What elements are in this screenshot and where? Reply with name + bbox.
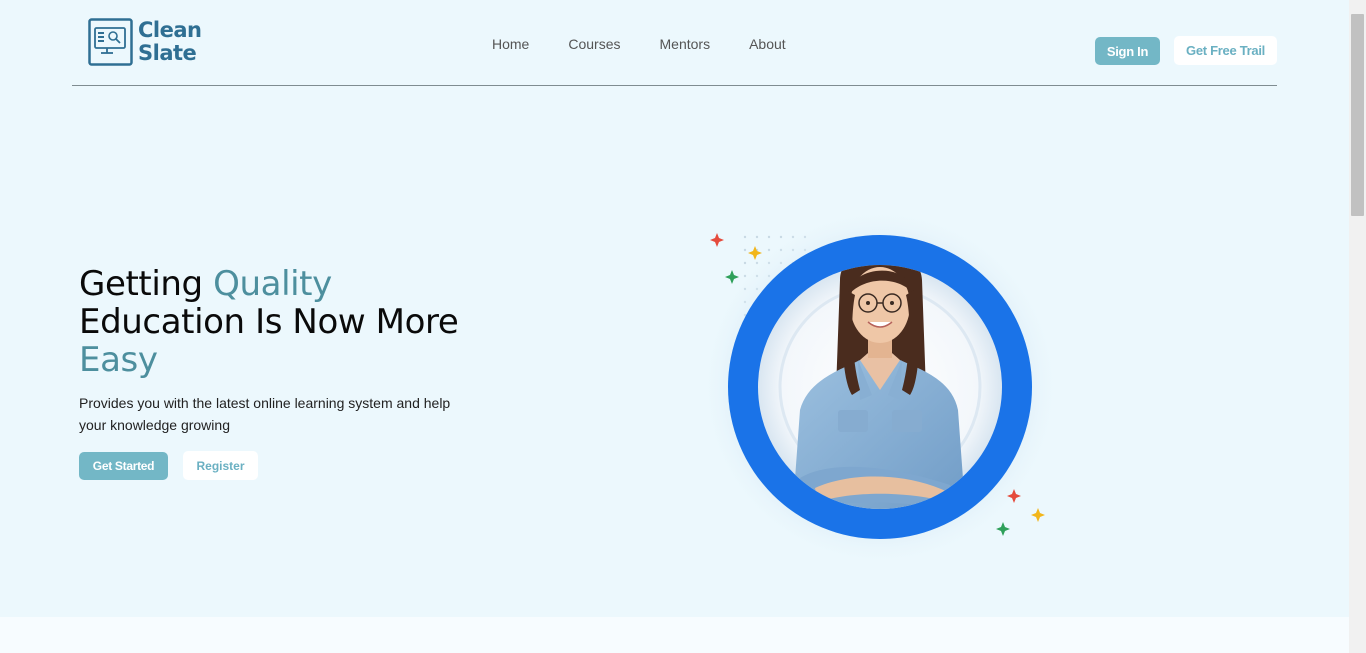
page-scrollbar[interactable] xyxy=(1349,0,1366,653)
hero-illustration xyxy=(700,207,1060,580)
page: Clean Slate Home Courses Mentors About S… xyxy=(0,0,1349,653)
headline-accent-quality: Quality xyxy=(213,264,332,304)
sign-in-button[interactable]: Sign In xyxy=(1095,37,1160,65)
logo[interactable]: Clean Slate xyxy=(88,18,202,66)
nav-mentors[interactable]: Mentors xyxy=(660,36,711,52)
monitor-icon xyxy=(88,18,134,66)
logo-line1: Clean xyxy=(138,18,202,42)
get-started-button[interactable]: Get Started xyxy=(79,452,168,480)
logo-wordmark: Clean Slate xyxy=(138,18,202,65)
header: Clean Slate Home Courses Mentors About S… xyxy=(72,0,1277,86)
hero-headline: Getting Quality Education Is Now More Ea… xyxy=(79,265,509,379)
scrollbar-thumb[interactable] xyxy=(1351,14,1364,216)
logo-line2: Slate xyxy=(138,41,197,65)
next-section xyxy=(0,617,1349,653)
register-button[interactable]: Register xyxy=(183,451,258,480)
headline-part1: Getting xyxy=(79,264,214,304)
nav-home[interactable]: Home xyxy=(492,36,529,52)
headline-part2: Education Is Now More xyxy=(79,302,459,342)
hero-subtext: Provides you with the latest online lear… xyxy=(79,395,451,433)
nav-about[interactable]: About xyxy=(749,36,786,52)
main-nav: Home Courses Mentors About xyxy=(492,36,825,52)
headline-accent-easy: Easy xyxy=(79,340,158,380)
nav-courses[interactable]: Courses xyxy=(568,36,620,52)
free-trial-button[interactable]: Get Free Trail xyxy=(1174,36,1277,65)
